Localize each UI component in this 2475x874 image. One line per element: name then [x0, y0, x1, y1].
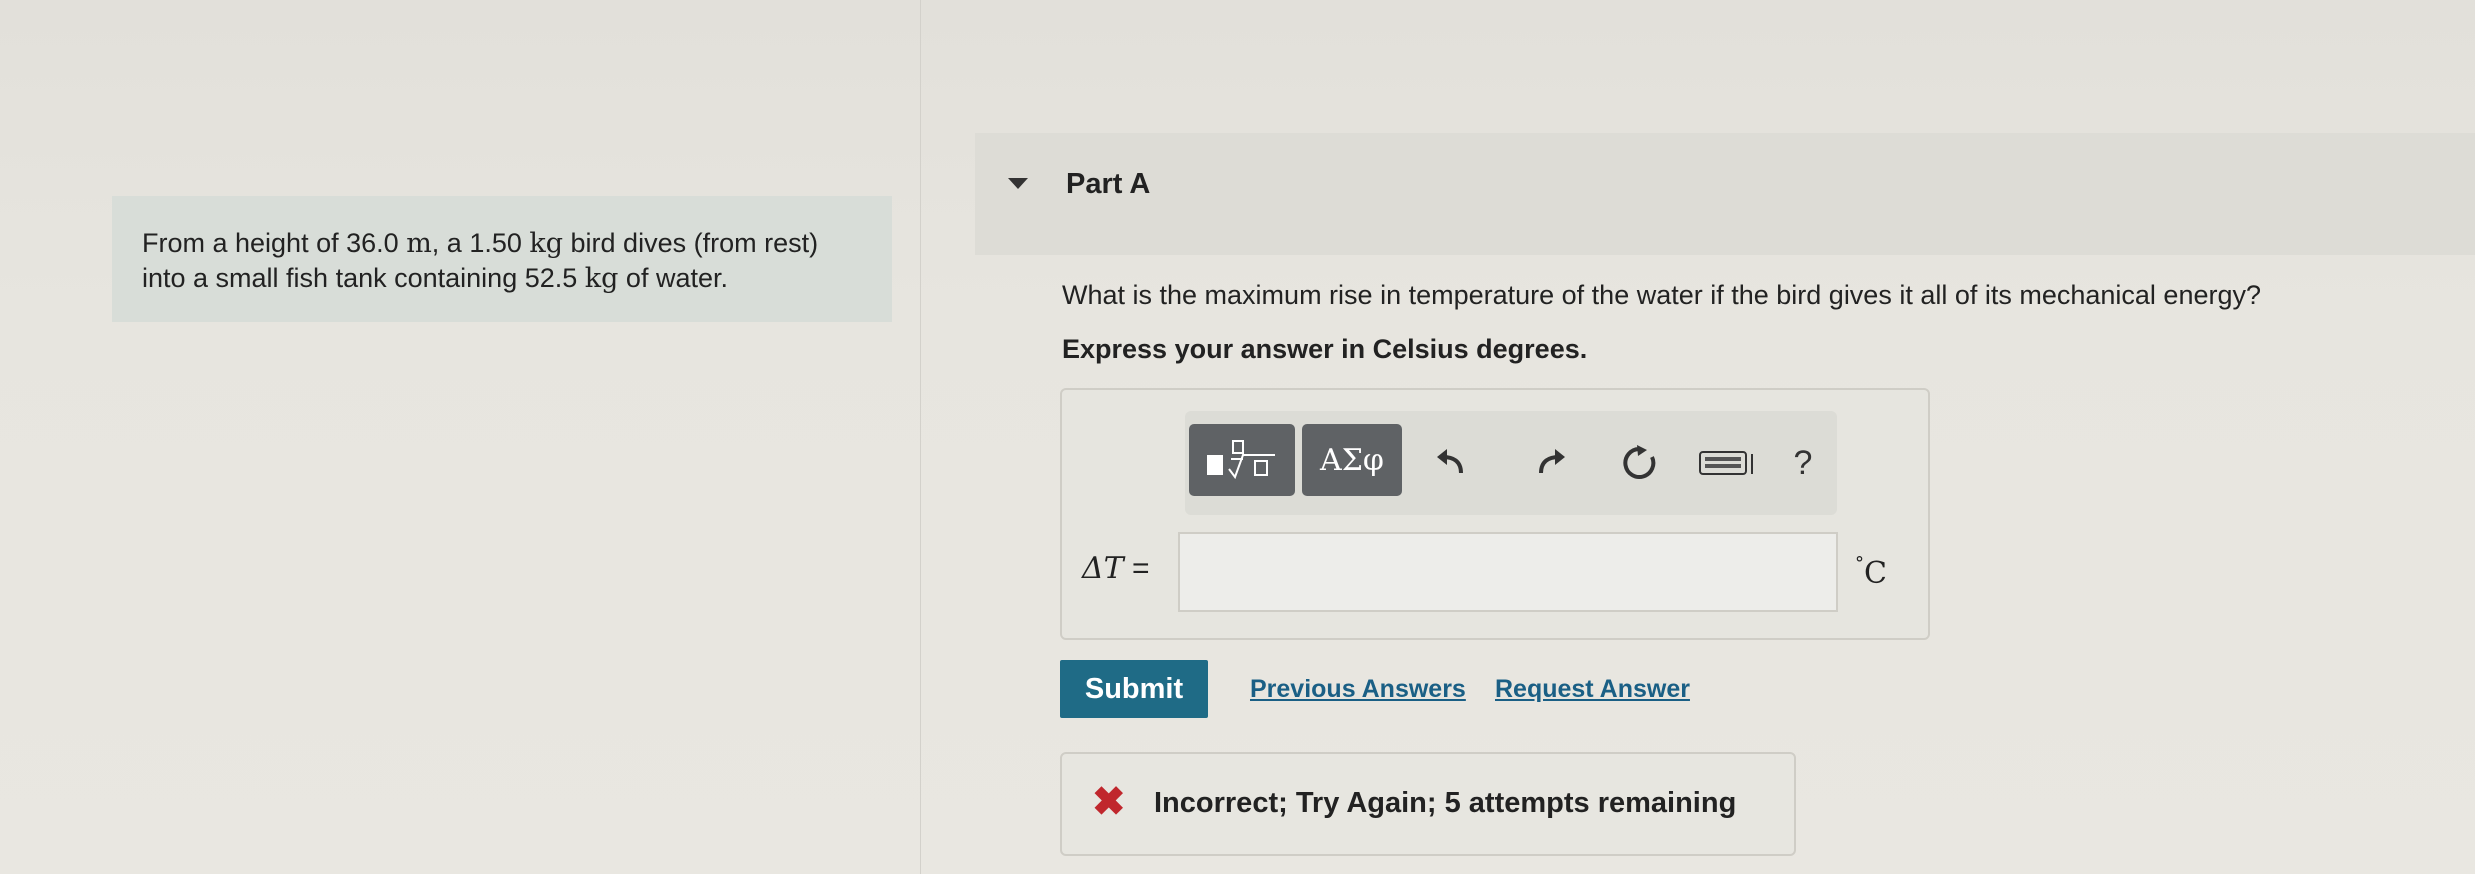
problem-text-1: From a height of [142, 228, 347, 258]
delta-t-symbol: ΔT [1082, 551, 1124, 586]
greek-letters-button[interactable]: ΑΣφ [1302, 424, 1402, 496]
undo-icon-svg [1437, 449, 1463, 474]
reset-icon[interactable] [1617, 441, 1661, 485]
problem-text-3: bird dives (from rest) [563, 228, 819, 258]
help-icon[interactable]: ? [1781, 441, 1825, 485]
instruction-text: Express your answer in Celsius degrees. [1062, 334, 1588, 364]
collapse-caret-icon[interactable] [1008, 178, 1028, 189]
page: From a height of 36.0 m, a 1.50 kg bird … [0, 0, 2475, 874]
question-text: What is the maximum rise in temperature … [1062, 280, 2262, 310]
unit-label: °C [1855, 553, 1887, 591]
submit-button[interactable]: Submit [1060, 660, 1208, 718]
problem-statement: From a height of 36.0 m, a 1.50 kg bird … [112, 196, 892, 322]
x-icon: ✖ [1092, 780, 1126, 824]
degree-symbol: ° [1855, 553, 1864, 574]
redo-icon-svg [1539, 449, 1565, 474]
column-divider [920, 0, 921, 874]
templates-icon [1207, 440, 1275, 480]
request-answer-link[interactable]: Request Answer [1495, 675, 1690, 704]
answer-input[interactable] [1178, 532, 1838, 612]
answer-variable-label: ΔT = [1082, 551, 1150, 586]
mass-unit: kg [529, 228, 564, 259]
math-toolbar: ΑΣφ ? [1185, 411, 1837, 515]
keyboard-icon[interactable] [1695, 441, 1761, 485]
height-unit: m [406, 228, 432, 259]
templates-button[interactable] [1189, 424, 1295, 496]
height-value: 36.0 [346, 228, 399, 258]
previous-answers-link[interactable]: Previous Answers [1250, 675, 1466, 704]
equals-sign: = [1123, 552, 1150, 585]
part-a-header[interactable] [975, 133, 2475, 255]
feedback-text: Incorrect; Try Again; 5 attempts remaini… [1154, 787, 1737, 819]
part-title[interactable]: Part A [1066, 168, 1150, 201]
water-unit: kg [584, 263, 619, 294]
problem-text-2: , a 1.50 [431, 228, 530, 258]
undo-icon[interactable] [1429, 441, 1473, 485]
feedback-box: ✖ Incorrect; Try Again; 5 attempts remai… [1060, 752, 1796, 856]
redo-icon[interactable] [1529, 441, 1573, 485]
unit-letter: C [1864, 556, 1887, 591]
problem-text-5: of water. [618, 263, 728, 293]
problem-text-4: into a small fish tank containing 52.5 [142, 263, 585, 293]
reset-icon-svg [1623, 445, 1656, 479]
keyboard-icon-svg [1699, 451, 1753, 475]
